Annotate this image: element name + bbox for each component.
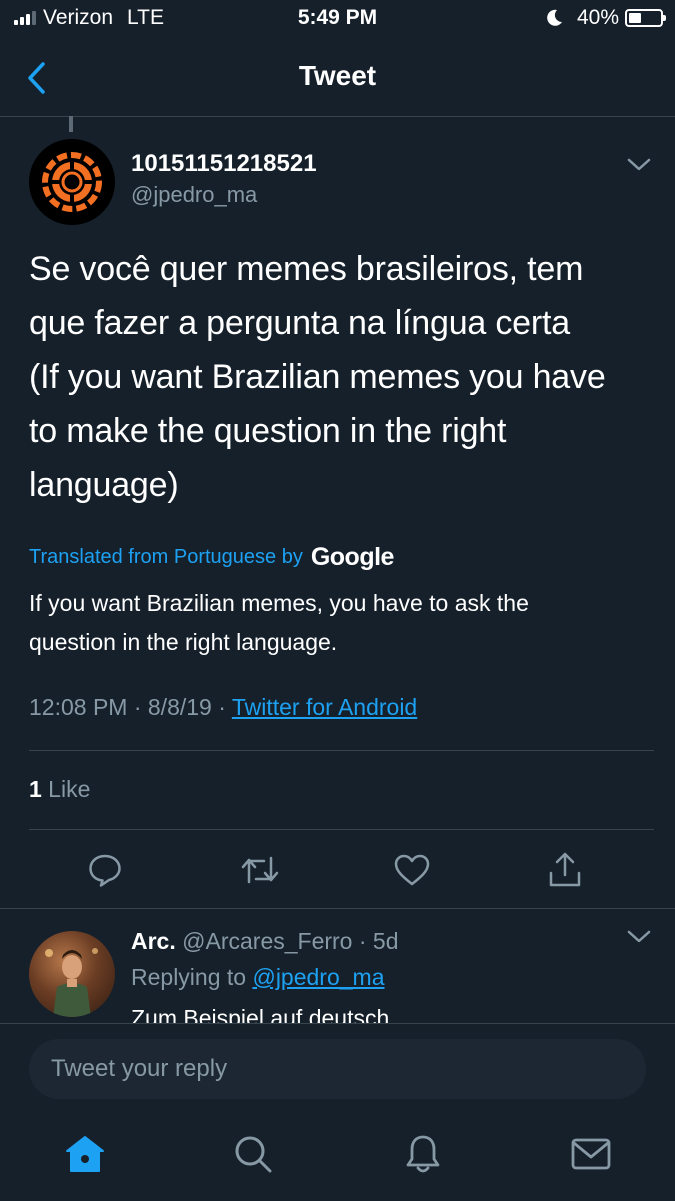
- likes-count[interactable]: 1 Like: [29, 776, 90, 803]
- search-icon: [235, 1136, 272, 1173]
- author-handle[interactable]: @jpedro_ma: [131, 182, 257, 208]
- translation-attribution[interactable]: Translated from Portuguese by Google: [29, 543, 394, 572]
- share-icon: [549, 852, 581, 887]
- reply-options-button[interactable]: [627, 930, 651, 949]
- reply-input[interactable]: [29, 1039, 646, 1099]
- page-title: Tweet: [298, 60, 377, 91]
- status-bar: Verizon LTE 5:49 PM 40%: [0, 0, 675, 38]
- replying-prefix: Replying to: [131, 964, 253, 990]
- reply-button[interactable]: [83, 848, 127, 892]
- retweet-icon: [241, 856, 279, 884]
- replying-to: Replying to @jpedro_ma: [131, 964, 385, 991]
- likes-label: Like: [41, 776, 91, 802]
- tweet-text-line: (If you want Brazilian memes you have: [29, 358, 606, 396]
- author-display-name[interactable]: 10151151218521: [131, 150, 317, 178]
- translated-label: Translated from Portuguese by: [29, 546, 303, 568]
- reply-display-name: Arc.: [131, 928, 176, 954]
- reply-header[interactable]: Arc. @Arcares_Ferro · 5d: [131, 928, 399, 955]
- home-icon: [66, 1136, 104, 1172]
- thread-connector-line: [69, 116, 73, 132]
- do-not-disturb-icon: [547, 9, 563, 27]
- reply-author-avatar[interactable]: [29, 931, 115, 1017]
- translated-text-line: question in the right language.: [29, 629, 338, 655]
- chevron-down-icon: [627, 930, 651, 943]
- tab-messages[interactable]: [568, 1131, 614, 1177]
- tweet-text-line: to make the question in the right: [29, 412, 507, 450]
- tab-bar: [0, 1119, 675, 1199]
- tab-home[interactable]: [62, 1131, 108, 1177]
- translated-text-line: If you want Brazilian memes, you have to…: [29, 590, 529, 616]
- divider: [29, 829, 654, 830]
- bell-icon: [406, 1135, 440, 1173]
- nav-header: Tweet: [0, 38, 675, 117]
- tweet-meta: 12:08 PM · 8/8/19 · Twitter for Android: [29, 694, 417, 721]
- mail-icon: [571, 1138, 611, 1170]
- tweet-action-bar: [0, 848, 675, 894]
- chevron-down-icon: [627, 158, 651, 171]
- tweet-text-line: que fazer a pergunta na língua certa: [29, 304, 570, 342]
- battery-percent: 40%: [576, 6, 619, 29]
- reply-text: Zum Beispiel auf deutsch: [131, 1005, 390, 1023]
- status-right: 40%: [547, 6, 666, 30]
- share-button[interactable]: [543, 848, 587, 892]
- tab-notifications[interactable]: [400, 1131, 446, 1177]
- reply-handle-time: @Arcares_Ferro · 5d: [175, 928, 399, 954]
- divider: [29, 750, 654, 751]
- tab-search[interactable]: [230, 1131, 276, 1177]
- author-avatar[interactable]: [29, 139, 115, 225]
- tweet-text-line: Se você quer memes brasileiros, tem: [29, 250, 584, 288]
- translated-text: If you want Brazilian memes, you have to…: [29, 584, 649, 662]
- reply-text-container: Zum Beispiel auf deutsch: [131, 1003, 651, 1023]
- likes-number: 1: [29, 776, 42, 802]
- divider: [0, 908, 675, 909]
- avatar-logo-icon: [29, 139, 115, 225]
- retweet-button[interactable]: [238, 848, 282, 892]
- tweet-timestamp: 12:08 PM · 8/8/19 ·: [29, 694, 232, 720]
- tweet-options-button[interactable]: [627, 158, 651, 177]
- tweet-text-line: language): [29, 466, 179, 504]
- battery-fill: [629, 13, 641, 23]
- battery-icon: [625, 9, 666, 27]
- like-button[interactable]: [390, 848, 434, 892]
- tweet-source-link[interactable]: Twitter for Android: [232, 694, 417, 720]
- replying-to-mention[interactable]: @jpedro_ma: [252, 964, 384, 990]
- heart-icon: [394, 854, 430, 886]
- speech-bubble-icon: [89, 854, 121, 887]
- tweet-text: Se você quer memes brasileiros, tem que …: [29, 242, 649, 512]
- bottom-bar: [0, 1023, 675, 1201]
- google-logo: Google: [310, 543, 395, 571]
- avatar-photo-icon: [45, 948, 98, 1017]
